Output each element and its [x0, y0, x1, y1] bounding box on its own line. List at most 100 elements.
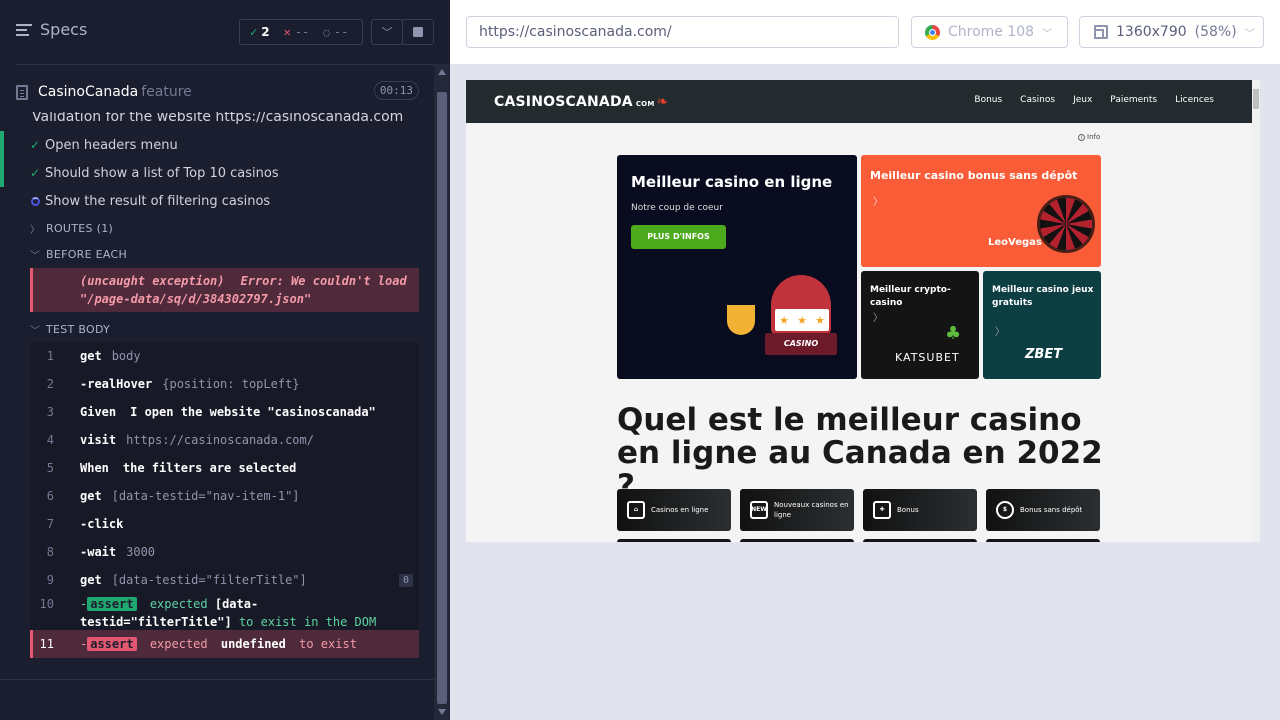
command-row[interactable]: 5 When the filters are selected — [30, 454, 419, 482]
command-row-assert-fail[interactable]: 11- assert expected undefined to exist — [30, 630, 419, 658]
logo-com: COM — [635, 100, 655, 108]
clover-icon: ♣ — [945, 323, 962, 344]
reporter-panel: Specs ✓ 2 ✕ -- ◌ -- ﹀ CasinoCanada featu… — [0, 0, 450, 720]
scroll-down-icon[interactable] — [438, 709, 446, 715]
nav-bonus[interactable]: Bonus — [974, 95, 1002, 105]
aut-iframe[interactable]: CASINOSCANADA COM ❧ Bonus Casinos Jeux P… — [466, 80, 1260, 542]
command-row[interactable]: 9 get [data-testid="filterTitle"] 0 — [30, 566, 419, 594]
info-icon: i — [1078, 133, 1085, 141]
free-games-card[interactable]: Meilleur casino jeux gratuits 〉 ZBET — [983, 271, 1101, 379]
command-number: 3 — [46, 405, 54, 419]
category-bonus[interactable]: ✚ Bonus — [863, 489, 977, 531]
uncaught-exception-error[interactable]: (uncaught exception) Error: We couldn't l… — [30, 268, 419, 312]
category-tile[interactable] — [740, 539, 854, 542]
pending-count: -- — [333, 25, 349, 39]
collapse-button[interactable]: ﹀ — [371, 19, 403, 45]
card-subtitle: Notre coup de coeur — [631, 203, 723, 213]
check-icon: ✓ — [250, 25, 258, 39]
command-name: When — [80, 461, 109, 475]
command-row[interactable]: 1 get body — [30, 342, 419, 370]
nav-jeux[interactable]: Jeux — [1073, 95, 1092, 105]
command-number: 6 — [46, 489, 54, 503]
brand-logo: ZBET — [1025, 347, 1063, 362]
command-row[interactable]: 8 -wait 3000 — [30, 538, 419, 566]
assert-predicate: to exist in the DOM — [238, 615, 377, 629]
bank-icon: ⌂ — [627, 501, 645, 519]
site-logo[interactable]: CASINOSCANADA COM ❧ — [494, 94, 668, 110]
card-title: Meilleur casino bonus sans dépôt — [870, 169, 1078, 182]
iframe-scrollbar[interactable] — [1252, 80, 1260, 542]
command-name: get — [80, 349, 102, 363]
test-body-section[interactable]: ﹀ TEST BODY — [30, 322, 110, 337]
chevron-down-icon: ﹀ — [30, 251, 41, 262]
routes-label: ROUTES (1) — [46, 222, 114, 235]
command-row[interactable]: 3 Given I open the website "casinoscanada" — [30, 398, 419, 426]
routes-section[interactable]: 〉 ROUTES (1) — [30, 221, 113, 236]
category-no-deposit-bonus[interactable]: $ Bonus sans dépôt — [986, 489, 1100, 531]
test-item-running[interactable]: Show the result of filtering casinos — [0, 187, 434, 215]
assert-word: expected — [149, 597, 208, 611]
assert-predicate: to exist — [299, 637, 357, 651]
featured-casino-card[interactable]: Meilleur casino en ligne Notre coup de c… — [617, 155, 857, 379]
url-bar[interactable]: https://casinoscanada.com/ — [466, 16, 899, 48]
specs-toggle[interactable]: Specs — [16, 20, 87, 39]
aut-header: https://casinoscanada.com/ Chrome 108 ﹀ … — [450, 0, 1280, 64]
site-nav-links: Bonus Casinos Jeux Paiements Licences — [974, 95, 1214, 105]
assert-subject: undefined — [220, 637, 286, 651]
element-count-badge: 0 — [398, 573, 413, 587]
stop-button[interactable] — [402, 19, 434, 45]
reporter-scrollbar[interactable] — [434, 64, 450, 720]
divider — [16, 64, 434, 65]
command-row-assert-pass[interactable]: 10- assert expected [data-testid="filterT… — [30, 594, 419, 630]
command-number: 10 — [39, 597, 54, 611]
command-row[interactable]: 2 -realHover {position: topLeft} — [30, 370, 419, 398]
category-tile[interactable] — [863, 539, 977, 542]
chevron-down-icon: ﹀ — [30, 326, 41, 337]
info-link[interactable]: i Info — [1078, 133, 1100, 141]
stat-pending: ◌ -- — [309, 25, 348, 39]
test-item[interactable]: ✓ Open headers menu — [0, 131, 434, 159]
command-row[interactable]: 7 -click — [30, 510, 419, 538]
no-deposit-bonus-card[interactable]: Meilleur casino bonus sans dépôt 〉 LeoVe… — [861, 155, 1101, 267]
reporter-header: Specs ✓ 2 ✕ -- ◌ -- ﹀ — [0, 0, 450, 64]
browser-selector[interactable]: Chrome 108 ﹀ — [911, 16, 1068, 48]
command-arg: {position: topLeft} — [162, 377, 300, 391]
info-label: Info — [1087, 133, 1101, 141]
spec-file-header[interactable]: CasinoCanada feature 00:13 — [16, 78, 419, 106]
command-log: 1 get body 2 -realHover {position: topLeft} … — [30, 342, 419, 658]
nav-casinos[interactable]: Casinos — [1020, 95, 1055, 105]
command-row[interactable]: 4 visit https://casinoscanada.com/ — [30, 426, 419, 454]
error-type: (uncaught exception) — [80, 274, 225, 288]
error-message: Error: We couldn't load — [240, 274, 407, 288]
scroll-thumb[interactable] — [1253, 89, 1259, 109]
category-tile[interactable] — [617, 539, 731, 542]
viewport-selector[interactable]: 1360x790 (58%) ﹀ — [1079, 16, 1264, 48]
maple-leaf-icon: ❧ — [656, 94, 669, 110]
stats-bar: ✓ 2 ✕ -- ◌ -- — [239, 19, 363, 45]
test-label: Show the result of filtering casinos — [45, 193, 271, 209]
category-new-casinos[interactable]: NEW Nouveaux casinos en ligne — [740, 489, 854, 531]
scroll-up-icon[interactable] — [438, 69, 446, 75]
category-casinos[interactable]: ⌂ Casinos en ligne — [617, 489, 731, 531]
scroll-thumb[interactable] — [437, 92, 447, 704]
command-arg: https://casinoscanada.com/ — [126, 433, 314, 447]
nav-paiements[interactable]: Paiements — [1110, 95, 1157, 105]
check-icon: ✓ — [30, 138, 41, 152]
assert-subject: [data- — [214, 597, 259, 611]
suite-title[interactable]: Validation for the website https://casin… — [32, 112, 403, 125]
passed-count: 2 — [261, 25, 270, 39]
command-row[interactable]: 6 get [data-testid="nav-item-1"] — [30, 482, 419, 510]
test-item[interactable]: ✓ Should show a list of Top 10 casinos — [0, 159, 434, 187]
command-name: get — [80, 489, 102, 503]
category-label: Nouveaux casinos en ligne — [774, 501, 849, 519]
crypto-casino-card[interactable]: Meilleur crypto-casino 〉 ♣ KATSUBET — [861, 271, 979, 379]
command-number: 8 — [46, 545, 54, 559]
category-tile[interactable] — [986, 539, 1100, 542]
stop-icon — [413, 27, 423, 37]
more-info-button[interactable]: PLUS D'INFOS — [631, 225, 726, 249]
nav-licences[interactable]: Licences — [1175, 95, 1214, 105]
before-each-section[interactable]: ﹀ BEFORE EACH — [30, 247, 127, 262]
viewport-scale: (58%) — [1194, 24, 1237, 40]
spinner-icon: ◌ — [323, 25, 330, 39]
x-icon: ✕ — [283, 25, 291, 39]
